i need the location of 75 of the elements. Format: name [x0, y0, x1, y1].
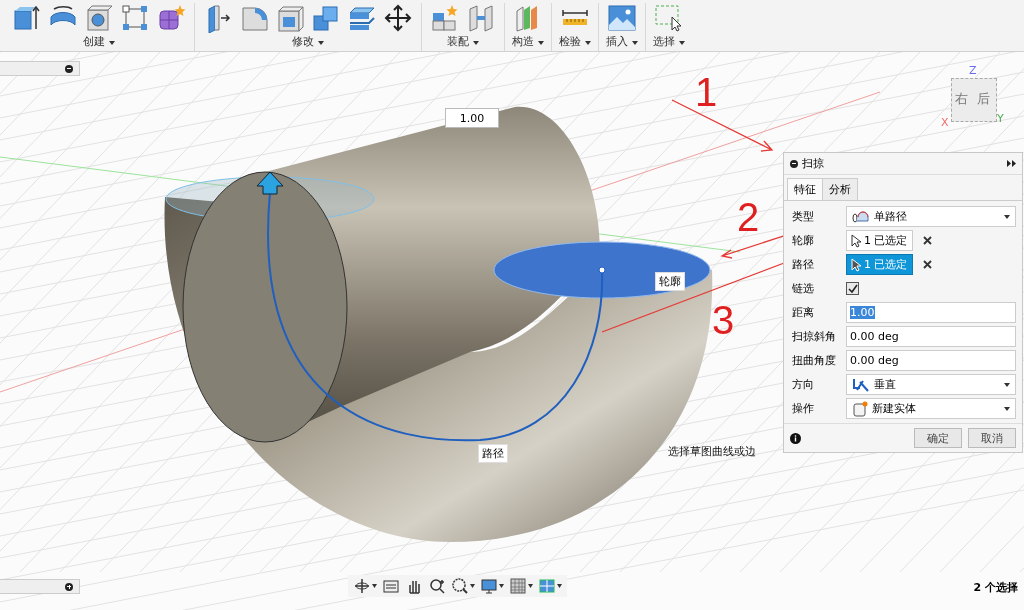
caret-icon — [584, 41, 591, 45]
dialog-tab[interactable]: 分析 — [822, 178, 858, 200]
dialog-button[interactable]: 取消 — [968, 428, 1016, 448]
caret-icon — [108, 41, 115, 45]
toolbar-group-menu[interactable]: 构造 — [512, 33, 544, 50]
field-label: 扭曲角度 — [792, 353, 837, 368]
axis-label: Z — [969, 64, 977, 77]
zoom-icon[interactable] — [427, 577, 447, 595]
input-field[interactable]: 0.00 deg — [846, 326, 1016, 347]
clear-icon[interactable] — [922, 260, 932, 269]
cursor-icon — [851, 257, 861, 272]
zoom-window-icon[interactable] — [450, 577, 476, 595]
dialog-tab[interactable]: 特征 — [787, 178, 823, 200]
toolbar-group-menu[interactable]: 检验 — [559, 33, 591, 50]
toolbar-group-menu[interactable]: 插入 — [606, 33, 638, 50]
annotation-number: 1 — [695, 72, 718, 112]
browser-panel-bar[interactable] — [0, 61, 80, 76]
caret-icon — [1004, 214, 1010, 219]
caret-icon — [678, 41, 685, 45]
caret-icon — [537, 41, 544, 45]
path-label: 路径 — [478, 444, 508, 463]
dialog-title: 扫掠 — [802, 156, 825, 171]
comments-panel-bar[interactable] — [0, 579, 80, 594]
cube-face-label[interactable]: 右 — [955, 90, 968, 108]
field-label: 轮廓 — [792, 233, 815, 248]
four-panes-icon[interactable] — [537, 577, 563, 595]
collapse-icon[interactable] — [790, 159, 798, 168]
toolbar-group-menu[interactable]: 创建 — [83, 33, 115, 50]
fast-forward-icon[interactable] — [1007, 160, 1016, 167]
field-label: 路径 — [792, 257, 815, 272]
monitor-icon[interactable] — [479, 577, 505, 595]
clear-icon[interactable] — [922, 236, 932, 245]
prompt-text: 选择草图曲线或边 — [668, 444, 756, 459]
input-field[interactable]: 1.00 — [846, 302, 1016, 323]
new-body-icon — [852, 400, 868, 417]
caret-icon — [1004, 406, 1010, 411]
toolbar-group-menu[interactable]: 选择 — [653, 33, 685, 50]
picture-icon[interactable] — [605, 3, 639, 33]
dropdown[interactable]: 垂直 — [846, 374, 1016, 395]
annotation-number: 3 — [712, 300, 735, 340]
info-icon[interactable] — [790, 432, 801, 444]
field-label: 链选 — [792, 281, 815, 296]
dropdown[interactable]: 新建实体 — [846, 398, 1016, 419]
field-label: 类型 — [792, 209, 815, 224]
sweep-path-icon — [852, 210, 870, 223]
field-label: 距离 — [792, 305, 815, 320]
expand-icon[interactable] — [65, 582, 73, 591]
cube-face-label[interactable]: 后 — [977, 90, 990, 108]
dialog-button[interactable]: 确定 — [914, 428, 962, 448]
orbit-icon[interactable] — [352, 577, 378, 595]
axis-label: X — [941, 116, 949, 129]
caret-icon — [631, 41, 638, 45]
screen-icon[interactable] — [381, 577, 401, 595]
field-label: 操作 — [792, 401, 815, 416]
profile-label: 轮廓 — [655, 272, 685, 291]
collapse-icon[interactable] — [65, 64, 73, 73]
toolbar-group-menu[interactable]: 修改 — [292, 33, 324, 50]
toolbar-group-menu[interactable]: 装配 — [447, 33, 479, 50]
value-field[interactable]: 1.00 — [445, 108, 499, 128]
caret-icon — [472, 41, 479, 45]
perpendicular-axes-icon — [852, 377, 870, 392]
dropdown[interactable]: 单路径 — [846, 206, 1016, 227]
selection-count: 2 个选择 — [973, 580, 1018, 595]
checkbox[interactable] — [846, 282, 859, 295]
axis-label: Y — [997, 112, 1004, 125]
cursor-icon — [851, 233, 861, 248]
field-label: 扫掠斜角 — [792, 329, 837, 344]
selection-button[interactable]: 1 已选定 — [846, 230, 913, 251]
grid-icon[interactable] — [508, 577, 534, 595]
caret-icon — [317, 41, 324, 45]
input-field[interactable]: 0.00 deg — [846, 350, 1016, 371]
viewcube[interactable]: Z X Y 右 后 — [935, 64, 1011, 132]
field-label: 方向 — [792, 377, 815, 392]
caret-icon — [1004, 382, 1010, 387]
annotation-number: 2 — [737, 197, 760, 237]
